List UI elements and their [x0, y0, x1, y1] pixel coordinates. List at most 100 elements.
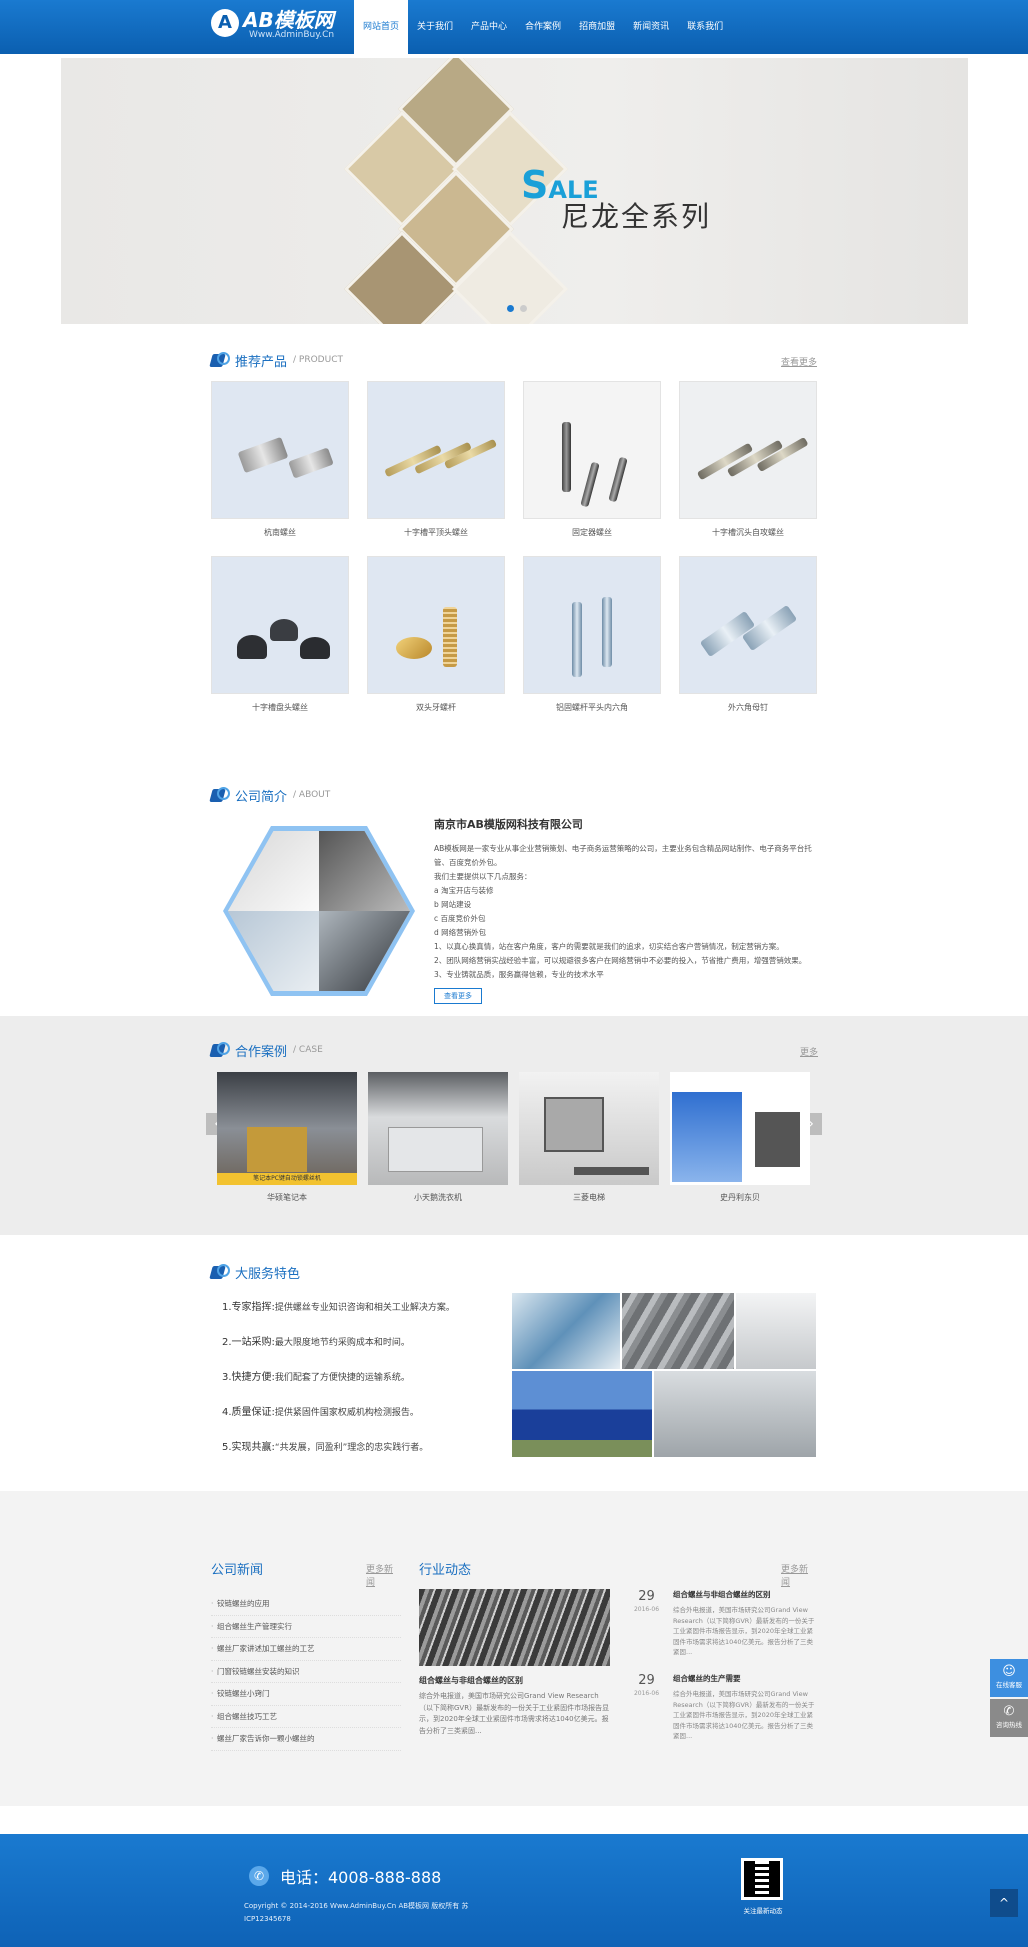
service-item: 5.实现共赢:“共发展，同盈利”理念的忠实践行者。 [222, 1442, 429, 1453]
about-line: 我们主要提供以下几点服务： [434, 872, 532, 881]
cases-more-link[interactable]: 更多 [800, 1045, 818, 1058]
company-news-more[interactable]: 更多新闻 [366, 1562, 401, 1588]
cases-title: 合作案例 [235, 1044, 288, 1060]
section-title-icon [211, 787, 230, 803]
main-nav: 网站首页 关于我们 产品中心 合作案例 招商加盟 新闻资讯 联系我们 [354, 0, 732, 54]
case-image[interactable]: 笔记本PC键自动锁螺丝机 [217, 1072, 357, 1185]
product-card[interactable]: 固定器螺丝 [523, 381, 661, 538]
section-title-icon [211, 1264, 230, 1280]
case-name[interactable]: 三菱电梯 [519, 1192, 659, 1203]
about-line: b 网站建设 [434, 900, 472, 909]
logo-url: Www.AdminBuy.Cn [249, 30, 335, 40]
products-more-link[interactable]: 查看更多 [781, 355, 817, 368]
nav-home[interactable]: 网站首页 [354, 0, 409, 54]
news-list-item[interactable]: 组合螺丝生产管理实行 [211, 1616, 401, 1638]
product-card[interactable]: 铝固螺杆平头内六角 [523, 556, 661, 713]
product-card[interactable]: 十字槽沉头自攻螺丝 [679, 381, 817, 538]
product-name[interactable]: 外六角母钉 [679, 702, 817, 713]
case-card[interactable]: 笔记本PC键自动锁螺丝机 华硕笔记本 [217, 1072, 357, 1203]
product-name[interactable]: 固定器螺丝 [523, 527, 661, 538]
about-title: 公司简介 [235, 789, 288, 805]
hero-banner[interactable]: SALE 尼龙全系列 [61, 58, 968, 324]
online-service-button[interactable]: ☺ 在线客服 [990, 1659, 1028, 1697]
case-name[interactable]: 史丹利东贝 [670, 1192, 810, 1203]
news-list-item[interactable]: 门窗铰链螺丝安装的知识 [211, 1661, 401, 1683]
industry-news-more[interactable]: 更多新闻 [781, 1562, 816, 1588]
about-more-button[interactable]: 查看更多 [434, 988, 482, 1004]
news-list-item[interactable]: 组合螺丝技巧工艺 [211, 1706, 401, 1728]
featured-news-image[interactable] [419, 1589, 610, 1666]
case-name[interactable]: 华硕笔记本 [217, 1192, 357, 1203]
case-card[interactable]: 史丹利东贝 [670, 1072, 810, 1203]
section-title-icon [211, 352, 230, 368]
banner-dot-1[interactable] [507, 305, 514, 312]
case-card[interactable]: 三菱电梯 [519, 1072, 659, 1203]
cases-section-title: 合作案例 / CASE [211, 1040, 323, 1060]
service-item: 1.专家指挥:提供螺丝专业知识咨询和相关工业解决方案。 [222, 1302, 455, 1313]
company-news: 公司新闻 更多新闻 铰链螺丝的应用 组合螺丝生产管理实行 螺丝厂家讲述加工螺丝的… [211, 1559, 401, 1751]
service-item: 3.快捷方便:我们配套了方便快捷的运输系统。 [222, 1372, 410, 1383]
about-line: a 淘宝开店与装修 [434, 886, 494, 895]
product-name[interactable]: 铝固螺杆平头内六角 [523, 702, 661, 713]
nav-cases[interactable]: 合作案例 [516, 0, 570, 54]
cases-title-en: / CASE [293, 1045, 323, 1055]
cases-section: 合作案例 / CASE 更多 ‹ › 笔记本PC键自动锁螺丝机 华硕笔记本 小天… [0, 1016, 1028, 1235]
product-card[interactable]: 外六角母钉 [679, 556, 817, 713]
featured-news-title[interactable]: 组合螺丝与非组合螺丝的区别 [419, 1675, 523, 1686]
site-logo[interactable]: A AB模板网 Www.AdminBuy.Cn [211, 9, 341, 45]
section-title-icon [211, 1042, 230, 1058]
case-name[interactable]: 小天鹅洗衣机 [368, 1192, 508, 1203]
product-image[interactable] [523, 381, 661, 519]
case-image[interactable] [670, 1072, 810, 1185]
news-item-desc: 综合外电报道，美国市场研究公司Grand View Research（以下简称G… [673, 1606, 815, 1656]
product-image[interactable] [679, 556, 817, 694]
product-name[interactable]: 十字槽盘头螺丝 [211, 702, 349, 713]
product-card[interactable]: 双头牙螺杆 [367, 556, 505, 713]
hotline-button[interactable]: ✆ 咨询热线 [990, 1699, 1028, 1737]
product-image[interactable] [679, 381, 817, 519]
product-image[interactable] [523, 556, 661, 694]
banner-dot-2[interactable] [520, 305, 527, 312]
about-title-en: / ABOUT [293, 790, 331, 800]
back-to-top-button[interactable]: ^ [990, 1889, 1018, 1917]
case-image[interactable] [368, 1072, 508, 1185]
qr-caption: 关注最新动态 [743, 1907, 783, 1915]
product-name[interactable]: 十字槽沉头自攻螺丝 [679, 527, 817, 538]
news-list-item[interactable]: 螺丝厂家告诉你一颗小螺丝的 [211, 1728, 401, 1751]
nav-contact[interactable]: 联系我们 [678, 0, 732, 54]
about-line: c 百度竞价外包 [434, 914, 486, 923]
news-item-title[interactable]: 组合螺丝与非组合螺丝的区别 [673, 1589, 771, 1600]
online-service-label: 在线客服 [996, 1681, 1022, 1689]
product-image[interactable] [367, 556, 505, 694]
phone-icon: ✆ [1003, 1704, 1015, 1719]
service-item: 2.一站采购:最大限度地节约采购成本和时间。 [222, 1337, 410, 1348]
nav-join[interactable]: 招商加盟 [570, 0, 624, 54]
products-title: 推荐产品 [235, 354, 288, 370]
product-image[interactable] [367, 381, 505, 519]
product-image[interactable] [211, 381, 349, 519]
product-card[interactable]: 十字槽盘头螺丝 [211, 556, 349, 713]
news-date: 29 2016-06 [633, 1673, 660, 1697]
nav-products[interactable]: 产品中心 [462, 0, 516, 54]
news-item-desc: 综合外电报道，美国市场研究公司Grand View Research（以下简称G… [673, 1690, 815, 1740]
service-section-title: 大服务特色 [211, 1262, 300, 1282]
product-card[interactable]: 杭南螺丝 [211, 381, 349, 538]
product-image[interactable] [211, 556, 349, 694]
nav-news[interactable]: 新闻资讯 [624, 0, 678, 54]
nav-about[interactable]: 关于我们 [408, 0, 462, 54]
product-card[interactable]: 十字槽平顶头螺丝 [367, 381, 505, 538]
logo-mark: A [211, 9, 239, 37]
news-list-item[interactable]: 螺丝厂家讲述加工螺丝的工艺 [211, 1638, 401, 1661]
case-image[interactable] [519, 1072, 659, 1185]
featured-news-desc: 综合外电报道，美国市场研究公司Grand View Research（以下简称G… [419, 1692, 610, 1735]
case-card[interactable]: 小天鹅洗衣机 [368, 1072, 508, 1203]
company-news-list: 铰链螺丝的应用 组合螺丝生产管理实行 螺丝厂家讲述加工螺丝的工艺 门窗铰链螺丝安… [211, 1593, 401, 1751]
product-name[interactable]: 十字槽平顶头螺丝 [367, 527, 505, 538]
about-section-title: 公司简介 / ABOUT [211, 785, 330, 805]
product-name[interactable]: 双头牙螺杆 [367, 702, 505, 713]
news-list-item[interactable]: 铰链螺丝小窍门 [211, 1683, 401, 1706]
news-list-item[interactable]: 铰链螺丝的应用 [211, 1593, 401, 1616]
news-item-title[interactable]: 组合螺丝的生产需要 [673, 1673, 741, 1684]
products-title-en: / PRODUCT [293, 355, 343, 365]
product-name[interactable]: 杭南螺丝 [211, 527, 349, 538]
